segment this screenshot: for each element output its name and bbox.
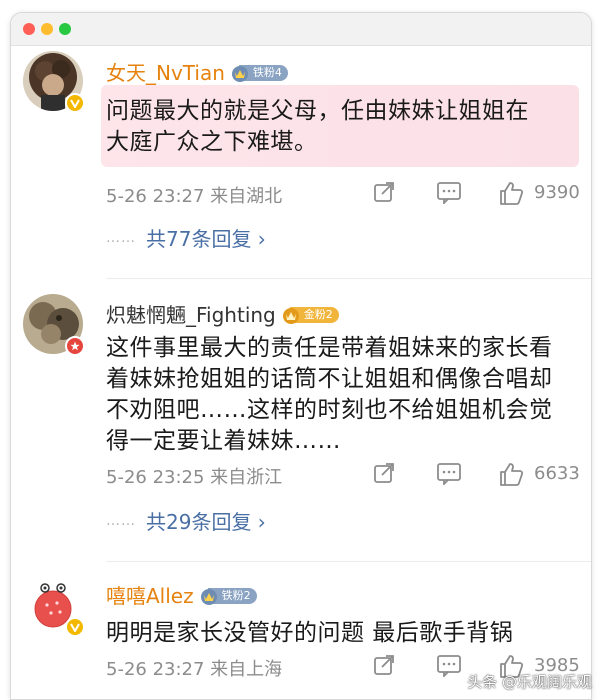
crown-icon xyxy=(231,64,251,82)
avatar[interactable] xyxy=(23,294,83,354)
title-bar xyxy=(11,13,591,46)
divider xyxy=(106,561,591,562)
username[interactable]: 嘻嘻Allez铁粉2 xyxy=(106,584,257,608)
minimize-window-button[interactable] xyxy=(41,23,53,35)
fan-badge: 金粉2 xyxy=(282,306,339,324)
avatar[interactable] xyxy=(23,51,83,111)
comment-time: 5-26 23:27 来自上海 xyxy=(106,655,282,681)
username[interactable]: 炽魅惘魎_Fighting金粉2 xyxy=(106,303,339,327)
crown-icon xyxy=(282,306,302,324)
comment-text: 这件事里最大的责任是带着姐妹来的家长看 着妹妹抢姐姐的话筒不让姐姐和偶像合唱却 … xyxy=(106,333,577,457)
comment-time: 5-26 23:27 来自湖北 xyxy=(106,182,282,208)
comment-text: 明明是家长没管好的问题 最后歌手背锅 xyxy=(106,618,577,649)
app-window: 女天_NvTian铁粉4 问题最大的就是父母，任由妹妹让姐姐在 大庭广众之下难堪… xyxy=(10,12,592,700)
comment-text: 问题最大的就是父母，任由妹妹让姐姐在 大庭广众之下难堪。 xyxy=(106,96,577,158)
verified-icon xyxy=(65,93,85,113)
comment-meta: 5-26 23:27 来自湖北 9390 xyxy=(106,180,591,208)
like-count: 6633 xyxy=(534,463,580,484)
like-count: 9390 xyxy=(534,182,580,203)
fan-badge: 铁粉2 xyxy=(200,587,257,605)
close-window-button[interactable] xyxy=(23,23,35,35)
dots-separator: …… xyxy=(106,513,136,529)
share-icon[interactable] xyxy=(372,180,396,209)
view-replies-link[interactable]: ……共29条回复 › xyxy=(106,506,266,535)
avatar[interactable] xyxy=(23,575,83,635)
share-icon[interactable] xyxy=(372,461,396,490)
fan-badge: 铁粉4 xyxy=(231,64,288,82)
comment-icon[interactable] xyxy=(436,653,462,682)
like-icon[interactable] xyxy=(498,461,524,492)
share-icon[interactable] xyxy=(372,653,396,682)
divider xyxy=(106,278,591,279)
like-icon[interactable] xyxy=(498,180,524,211)
comment-icon[interactable] xyxy=(436,180,462,209)
comment-icon[interactable] xyxy=(436,461,462,490)
comment-meta: 5-26 23:25 来自浙江 6633 xyxy=(106,461,591,489)
maximize-window-button[interactable] xyxy=(59,23,71,35)
watermark: 头条 @乐观阔乐观 xyxy=(467,671,592,692)
dots-separator: …… xyxy=(106,230,136,246)
member-badge-icon xyxy=(65,336,85,356)
username[interactable]: 女天_NvTian铁粉4 xyxy=(106,61,288,85)
comment-time: 5-26 23:25 来自浙江 xyxy=(106,463,282,489)
verified-icon xyxy=(65,617,85,637)
crown-icon xyxy=(200,587,220,605)
view-replies-link[interactable]: ……共77条回复 › xyxy=(106,223,266,252)
